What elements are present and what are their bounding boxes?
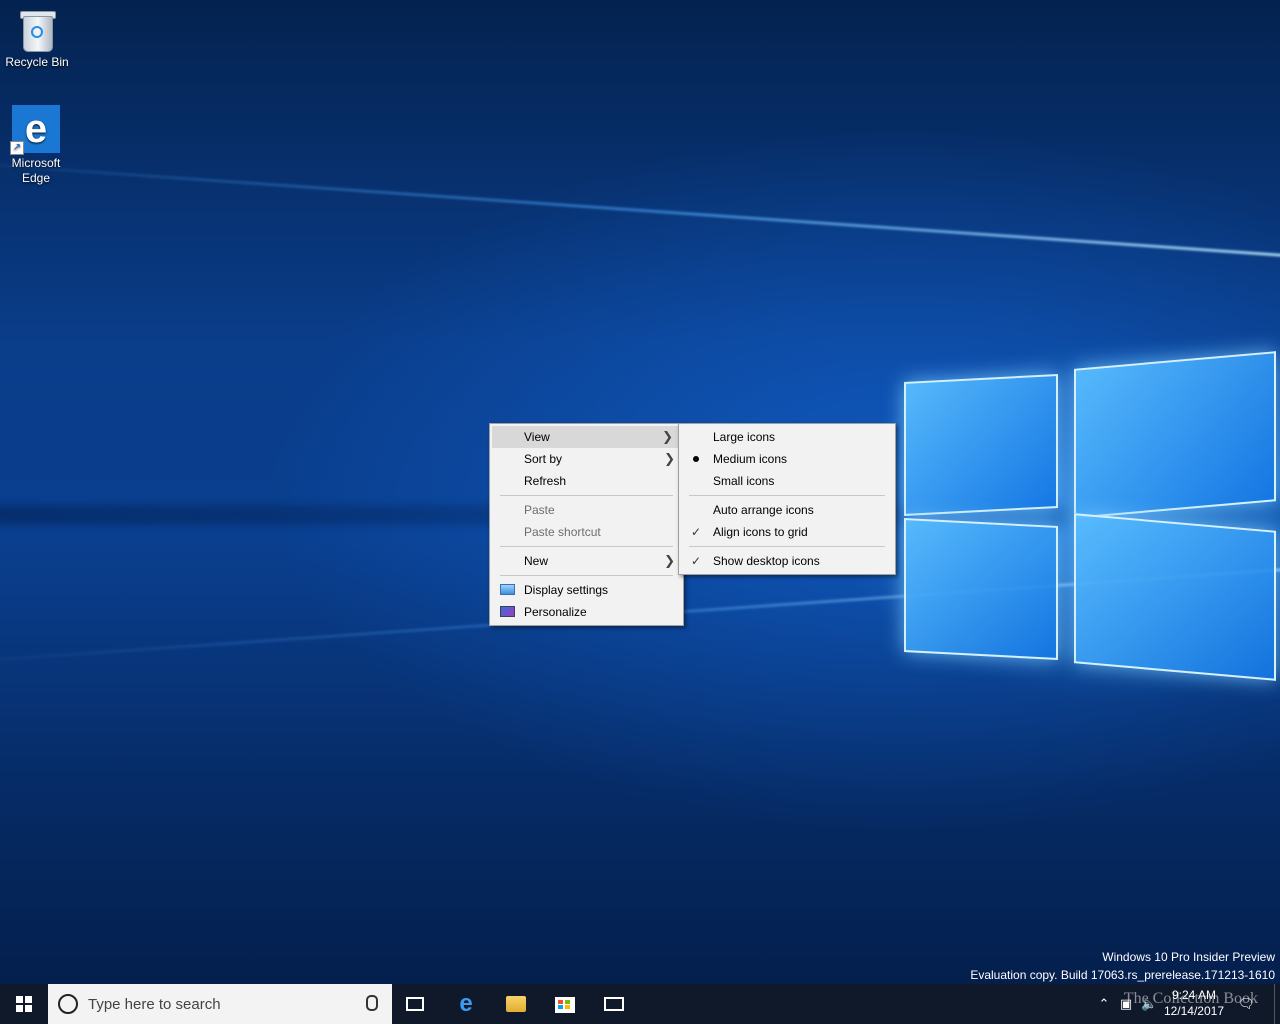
taskbar-search-box[interactable]: Type here to search (48, 984, 392, 1024)
recycle-bin-icon (19, 8, 56, 52)
menu-separator (500, 575, 673, 576)
taskbar: Type here to search e ⌃ ▣ 🔈 9:24 AM 12/1… (0, 984, 1280, 1024)
submenu-item-align-to-grid[interactable]: ✓ Align icons to grid (679, 521, 895, 543)
cortana-icon (58, 994, 78, 1014)
show-desktop-button[interactable] (1274, 984, 1280, 1024)
windows-logo-wallpaper (900, 330, 1280, 720)
menu-item-refresh[interactable]: Refresh (490, 470, 683, 492)
build-watermark-line1: Windows 10 Pro Insider Preview (1102, 950, 1275, 964)
submenu-item-small-icons[interactable]: Small icons (679, 470, 895, 492)
menu-item-paste-shortcut: Paste shortcut (490, 521, 683, 543)
windows-start-icon (16, 996, 32, 1012)
menu-item-label: Medium icons (713, 452, 788, 466)
chevron-right-icon: ❯ (664, 553, 675, 568)
menu-item-label: Sort by (524, 452, 563, 466)
edge-icon: e (459, 990, 473, 1017)
desktop-icon-label: Microsoft Edge (11, 156, 61, 185)
chevron-right-icon: ❯ (662, 429, 673, 444)
mail-icon (604, 997, 624, 1011)
build-watermark-line2: Evaluation copy. Build 17063.rs_prerelea… (970, 968, 1275, 982)
menu-item-label: Paste shortcut (524, 525, 601, 539)
submenu-item-auto-arrange[interactable]: Auto arrange icons (679, 499, 895, 521)
taskbar-mail-button[interactable] (590, 984, 638, 1024)
view-submenu: Large icons Medium icons Small icons Aut… (678, 423, 896, 575)
menu-item-label: Small icons (713, 474, 775, 488)
chevron-right-icon: ❯ (664, 451, 675, 466)
menu-item-label: Large icons (713, 430, 776, 444)
menu-item-sort-by[interactable]: Sort by ❯ (490, 448, 683, 470)
menu-item-label: Auto arrange icons (713, 503, 814, 517)
personalize-icon (500, 606, 515, 617)
menu-item-label: View (524, 430, 550, 444)
menu-item-label: New (524, 554, 549, 568)
menu-item-label: Display settings (524, 583, 609, 597)
checkmark-icon: ✓ (690, 525, 702, 539)
action-center-icon[interactable]: 🗨 (1238, 996, 1255, 1012)
menu-item-paste: Paste (490, 499, 683, 521)
shortcut-arrow-icon: ↗ (10, 141, 24, 155)
show-hidden-icons-chevron[interactable]: ⌃ (1096, 996, 1112, 1012)
desktop-icon-label: Recycle Bin (5, 55, 69, 69)
menu-separator (689, 495, 885, 496)
desktop-context-menu: View ❯ Sort by ❯ Refresh Paste Paste sho… (489, 423, 684, 626)
taskbar-store-button[interactable] (541, 984, 589, 1024)
microphone-icon[interactable] (366, 995, 378, 1011)
taskbar-file-explorer-button[interactable] (492, 984, 540, 1024)
menu-separator (500, 495, 673, 496)
light-beam (0, 157, 1280, 265)
menu-item-display-settings[interactable]: Display settings (490, 579, 683, 601)
menu-item-label: Paste (524, 503, 555, 517)
file-explorer-icon (506, 996, 526, 1012)
search-placeholder: Type here to search (88, 996, 221, 1013)
edge-icon: e ↗ (10, 105, 60, 155)
radio-bullet-icon (693, 456, 699, 462)
display-settings-icon (500, 584, 515, 595)
desktop-icon-recycle-bin[interactable]: Recycle Bin (1, 8, 73, 70)
checkmark-icon: ✓ (690, 554, 702, 568)
submenu-item-large-icons[interactable]: Large icons (679, 426, 895, 448)
menu-separator (500, 546, 673, 547)
menu-item-new[interactable]: New ❯ (490, 550, 683, 572)
menu-item-label: Align icons to grid (713, 525, 808, 539)
menu-item-label: Personalize (524, 605, 587, 619)
start-button[interactable] (0, 984, 48, 1024)
menu-item-label: Show desktop icons (713, 554, 820, 568)
task-view-icon (406, 997, 424, 1011)
submenu-item-medium-icons[interactable]: Medium icons (679, 448, 895, 470)
taskbar-edge-button[interactable]: e (442, 984, 490, 1024)
submenu-item-show-desktop-icons[interactable]: ✓ Show desktop icons (679, 550, 895, 572)
task-view-button[interactable] (392, 984, 440, 1024)
store-icon (555, 997, 575, 1013)
desktop-icon-microsoft-edge[interactable]: e ↗ Microsoft Edge (0, 105, 72, 186)
menu-separator (689, 546, 885, 547)
menu-item-label: Refresh (524, 474, 567, 488)
menu-item-view[interactable]: View ❯ (492, 426, 681, 448)
menu-item-personalize[interactable]: Personalize (490, 601, 683, 623)
